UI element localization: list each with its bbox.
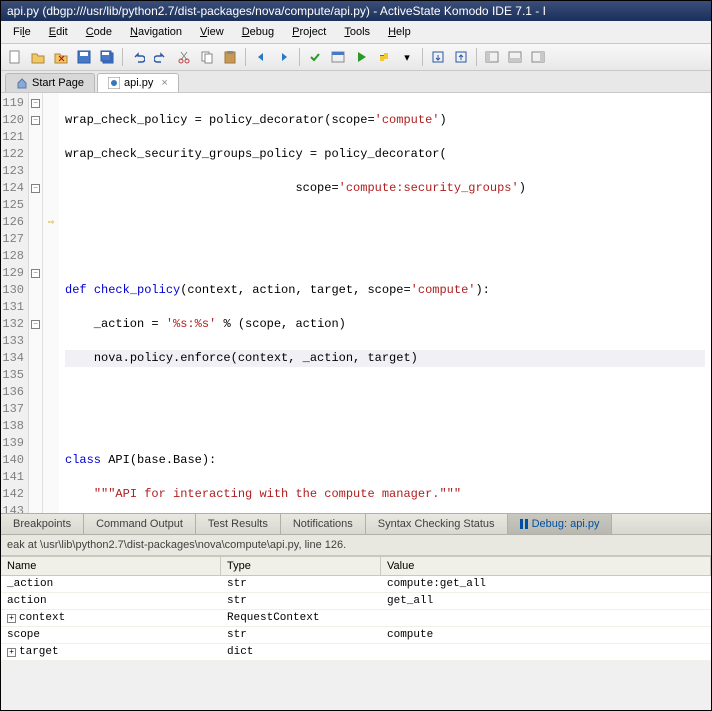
toolbar-separator	[476, 48, 477, 66]
tab-notifications[interactable]: Notifications	[281, 514, 366, 534]
python-file-icon	[108, 77, 120, 89]
editor-tabs: Start Page api.py ×	[1, 71, 711, 93]
col-header-value[interactable]: Value	[381, 557, 711, 575]
variable-row[interactable]: +contextRequestContext	[1, 610, 711, 627]
tab-debug[interactable]: Debug: api.py	[508, 514, 613, 534]
python-icon[interactable]	[374, 47, 394, 67]
close-tab-icon[interactable]: ×	[161, 77, 167, 89]
minimize-panel-button[interactable]	[428, 47, 448, 67]
back-button[interactable]	[251, 47, 271, 67]
col-header-name[interactable]: Name	[1, 557, 221, 575]
marker-column[interactable]: ⇨	[43, 93, 59, 513]
save-all-button[interactable]	[97, 47, 117, 67]
tab-syntax-checking[interactable]: Syntax Checking Status	[366, 514, 508, 534]
menu-bar: File Edit Code Navigation View Debug Pro…	[1, 21, 711, 44]
menu-project[interactable]: Project	[284, 23, 334, 41]
toolbar-separator	[245, 48, 246, 66]
col-header-type[interactable]: Type	[221, 557, 381, 575]
undo-button[interactable]	[128, 47, 148, 67]
toggle-right-panel-button[interactable]	[528, 47, 548, 67]
menu-help[interactable]: Help	[380, 23, 419, 41]
copy-button[interactable]	[197, 47, 217, 67]
save-button[interactable]	[74, 47, 94, 67]
menu-navigation[interactable]: Navigation	[122, 23, 190, 41]
close-button[interactable]	[51, 47, 71, 67]
window-title-bar: api.py (dbgp:///usr/lib/python2.7/dist-p…	[1, 1, 711, 21]
paste-button[interactable]	[220, 47, 240, 67]
toggle-bottom-panel-button[interactable]	[505, 47, 525, 67]
check-button[interactable]	[305, 47, 325, 67]
preview-button[interactable]	[328, 47, 348, 67]
cut-button[interactable]	[174, 47, 194, 67]
menu-file[interactable]: File	[5, 23, 39, 41]
code-editor[interactable]: 1191201211221231241251261271281291301311…	[1, 93, 711, 513]
new-file-button[interactable]	[5, 47, 25, 67]
dropdown-icon[interactable]: ▾	[397, 47, 417, 67]
tab-test-results[interactable]: Test Results	[196, 514, 281, 534]
code-area[interactable]: wrap_check_policy = policy_decorator(sco…	[59, 93, 711, 513]
variables-panel: Name Type Value _actionstrcompute:get_al…	[1, 556, 711, 661]
tab-command-output[interactable]: Command Output	[84, 514, 196, 534]
toolbar-separator	[422, 48, 423, 66]
main-toolbar: ▾	[1, 44, 711, 71]
open-button[interactable]	[28, 47, 48, 67]
tab-label: api.py	[124, 77, 153, 89]
variables-header: Name Type Value	[1, 557, 711, 576]
menu-debug[interactable]: Debug	[234, 23, 282, 41]
variable-row[interactable]: scopestrcompute	[1, 627, 711, 644]
home-icon	[16, 77, 28, 89]
variable-row[interactable]: actionstrget_all	[1, 593, 711, 610]
variable-row[interactable]: _actionstrcompute:get_all	[1, 576, 711, 593]
break-location-text: eak at \usr\lib\python2.7\dist-packages\…	[1, 535, 711, 556]
toolbar-separator	[299, 48, 300, 66]
run-button[interactable]	[351, 47, 371, 67]
maximize-panel-button[interactable]	[451, 47, 471, 67]
tab-label: Start Page	[32, 77, 84, 89]
tab-start-page[interactable]: Start Page	[5, 73, 95, 92]
tab-api-py[interactable]: api.py ×	[97, 73, 179, 92]
bottom-panel-tabs: Breakpoints Command Output Test Results …	[1, 513, 711, 535]
variable-row[interactable]: +targetdict	[1, 644, 711, 661]
menu-tools[interactable]: Tools	[336, 23, 378, 41]
toggle-left-panel-button[interactable]	[482, 47, 502, 67]
menu-view[interactable]: View	[192, 23, 232, 41]
fold-column[interactable]: −− − − −	[29, 93, 43, 513]
menu-code[interactable]: Code	[78, 23, 120, 41]
pause-icon	[520, 519, 528, 529]
tab-breakpoints[interactable]: Breakpoints	[1, 514, 84, 534]
menu-edit[interactable]: Edit	[41, 23, 76, 41]
line-number-gutter: 1191201211221231241251261271281291301311…	[1, 93, 29, 513]
redo-button[interactable]	[151, 47, 171, 67]
toolbar-separator	[122, 48, 123, 66]
forward-button[interactable]	[274, 47, 294, 67]
